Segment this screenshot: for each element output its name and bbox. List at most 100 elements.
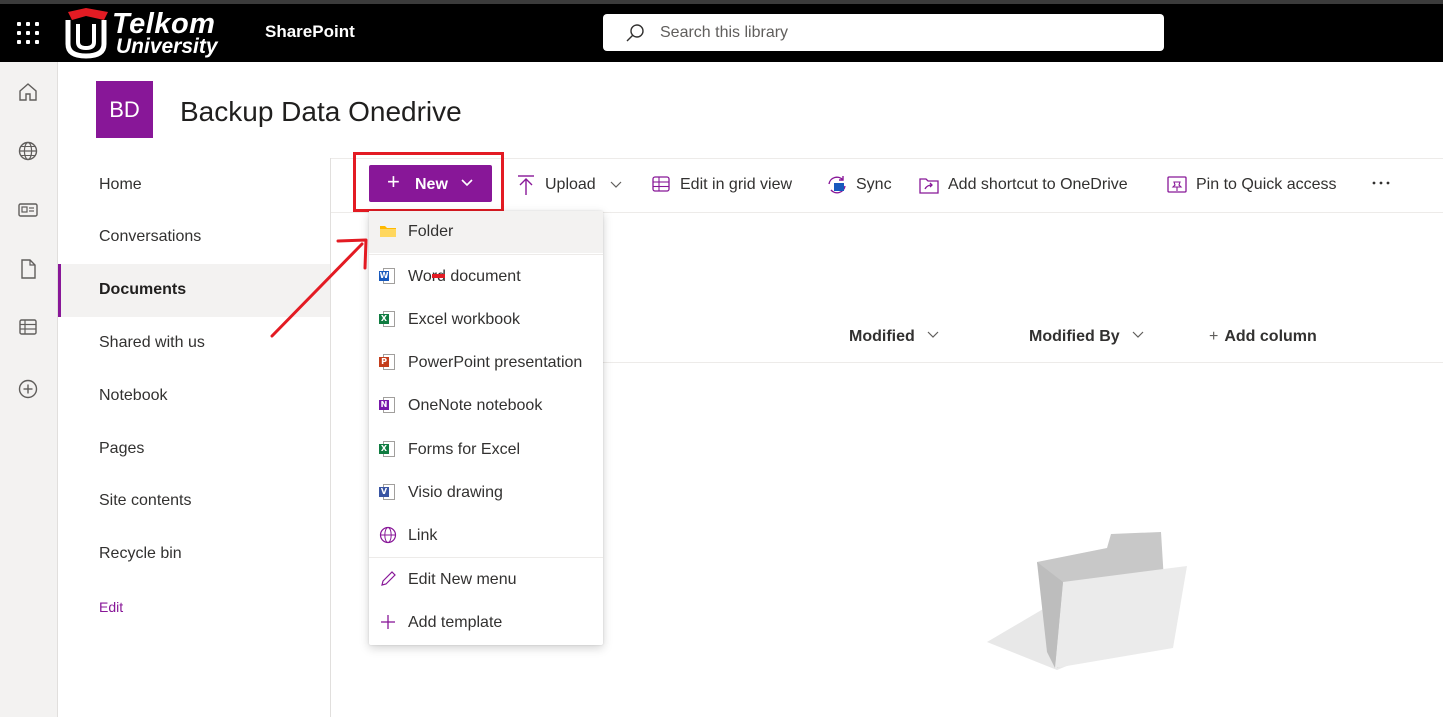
file-icon[interactable] <box>16 257 40 281</box>
nav-edit-label: Edit <box>99 599 124 615</box>
edit-grid-view-button[interactable]: Edit in grid view <box>651 174 801 198</box>
edit-grid-view-label: Edit in grid view <box>680 176 793 193</box>
menu-item-visio-drawing[interactable]: V Visio drawing <box>369 472 603 514</box>
empty-folder-illustration <box>987 532 1187 670</box>
visio-icon: V <box>379 483 397 501</box>
menu-item-folder[interactable]: Folder <box>369 211 603 253</box>
plus-icon: + <box>1209 328 1219 345</box>
nav-item-conversations[interactable]: Conversations <box>58 211 330 264</box>
upload-label: Upload <box>545 176 596 193</box>
column-header-label: Modified <box>849 328 915 345</box>
annotation-highlight-box <box>353 152 504 212</box>
site-navigation: Home Conversations Documents Shared with… <box>58 158 331 717</box>
nav-item-pages[interactable]: Pages <box>58 423 330 476</box>
menu-item-link[interactable]: Link <box>369 515 603 557</box>
onenote-icon: N <box>379 396 397 414</box>
menu-item-forms-for-excel[interactable]: X Forms for Excel <box>369 429 603 471</box>
menu-item-label: Word document <box>408 268 521 285</box>
menu-item-label: Excel workbook <box>408 311 521 328</box>
powerpoint-icon: P <box>379 353 397 371</box>
folder-icon <box>380 226 396 237</box>
column-header-modified[interactable]: Modified <box>849 328 939 346</box>
chevron-down-icon <box>1132 331 1144 338</box>
new-menu: Folder W Word document X Excel workbook … <box>369 211 603 645</box>
shortcut-icon <box>919 178 939 194</box>
upload-button[interactable]: Upload <box>516 174 626 198</box>
word-icon: W <box>379 267 397 285</box>
column-header-label: Modified By <box>1029 328 1120 345</box>
chevron-down-icon <box>610 181 622 188</box>
grid-icon <box>652 176 670 192</box>
plus-icon <box>381 615 395 629</box>
forms-excel-icon: X <box>379 440 397 458</box>
search-input[interactable]: Search this library <box>660 24 788 42</box>
nav-item-label: Site contents <box>99 492 192 509</box>
menu-item-excel-workbook[interactable]: X Excel workbook <box>369 299 603 341</box>
nav-item-label: Shared with us <box>99 334 205 351</box>
add-shortcut-button[interactable]: Add shortcut to OneDrive <box>918 174 1140 198</box>
add-column-label: Add column <box>1224 328 1317 345</box>
organization-logo[interactable]: Telkom University <box>64 4 224 60</box>
sync-button[interactable]: Sync <box>826 174 892 198</box>
sync-icon <box>828 176 846 194</box>
site-logo[interactable]: BD <box>96 81 153 138</box>
excel-icon: X <box>379 310 397 328</box>
menu-item-label: Add template <box>408 614 503 631</box>
nav-item-notebook[interactable]: Notebook <box>58 370 330 423</box>
add-column-button[interactable]: + Add column <box>1209 328 1317 346</box>
menu-item-label: Forms for Excel <box>408 441 521 458</box>
menu-item-add-template[interactable]: Add template <box>369 602 603 644</box>
upload-icon <box>518 175 534 195</box>
nav-item-site-contents[interactable]: Site contents <box>58 475 330 528</box>
menu-item-label: PowerPoint presentation <box>408 354 583 371</box>
nav-item-documents[interactable]: Documents <box>58 264 330 317</box>
column-header-divider <box>600 362 1443 363</box>
nav-item-label: Home <box>99 176 142 193</box>
menu-divider <box>369 557 603 558</box>
column-header-modified-by[interactable]: Modified By <box>1029 328 1144 346</box>
pin-icon <box>1167 176 1187 193</box>
nav-item-label: Conversations <box>99 228 202 245</box>
lists-icon[interactable] <box>16 315 40 339</box>
more-icon <box>1372 181 1390 185</box>
nav-item-home[interactable]: Home <box>58 159 330 212</box>
menu-item-edit-new-menu[interactable]: Edit New menu <box>369 559 603 601</box>
menu-item-powerpoint[interactable]: P PowerPoint presentation <box>369 342 603 384</box>
brand-name-line2: University <box>116 35 218 58</box>
pin-quick-access-button[interactable]: Pin to Quick access <box>1166 174 1340 198</box>
nav-item-label: Documents <box>99 281 187 298</box>
globe-icon[interactable] <box>16 139 40 163</box>
nav-item-label: Notebook <box>99 387 168 404</box>
menu-item-label: Visio drawing <box>408 484 503 501</box>
suite-header: Telkom University SharePoint Search this… <box>0 0 1443 62</box>
search-icon <box>626 24 644 42</box>
nav-item-label: Recycle bin <box>99 545 182 562</box>
app-rail <box>0 62 58 717</box>
add-shortcut-label: Add shortcut to OneDrive <box>948 176 1128 193</box>
create-icon[interactable] <box>16 377 40 401</box>
app-name[interactable]: SharePoint <box>265 22 355 42</box>
nav-item-label: Pages <box>99 440 145 457</box>
nav-edit-link[interactable]: Edit <box>58 582 330 635</box>
menu-item-onenote[interactable]: N OneNote notebook <box>369 385 603 427</box>
nav-item-recycle-bin[interactable]: Recycle bin <box>58 528 330 581</box>
search-box[interactable]: Search this library <box>603 14 1164 51</box>
sync-label: Sync <box>856 176 892 193</box>
pin-quick-access-label: Pin to Quick access <box>1196 176 1337 193</box>
app-launcher-icon[interactable] <box>17 22 39 44</box>
site-title[interactable]: Backup Data Onedrive <box>180 96 462 128</box>
telkom-emblem-icon <box>65 8 108 59</box>
menu-item-label: Folder <box>408 223 454 240</box>
menu-item-label: Edit New menu <box>408 571 517 588</box>
home-icon[interactable] <box>16 80 40 104</box>
menu-item-label: Link <box>408 527 438 544</box>
news-icon[interactable] <box>16 198 40 222</box>
more-options-button[interactable] <box>1370 174 1394 198</box>
chevron-down-icon <box>927 331 939 338</box>
menu-divider <box>369 254 603 255</box>
nav-item-shared-with-us[interactable]: Shared with us <box>58 317 330 370</box>
pencil-icon <box>381 571 396 586</box>
menu-item-word-document[interactable]: W Word document <box>369 256 603 298</box>
menu-item-label: OneNote notebook <box>408 397 543 414</box>
globe-icon <box>379 526 397 544</box>
